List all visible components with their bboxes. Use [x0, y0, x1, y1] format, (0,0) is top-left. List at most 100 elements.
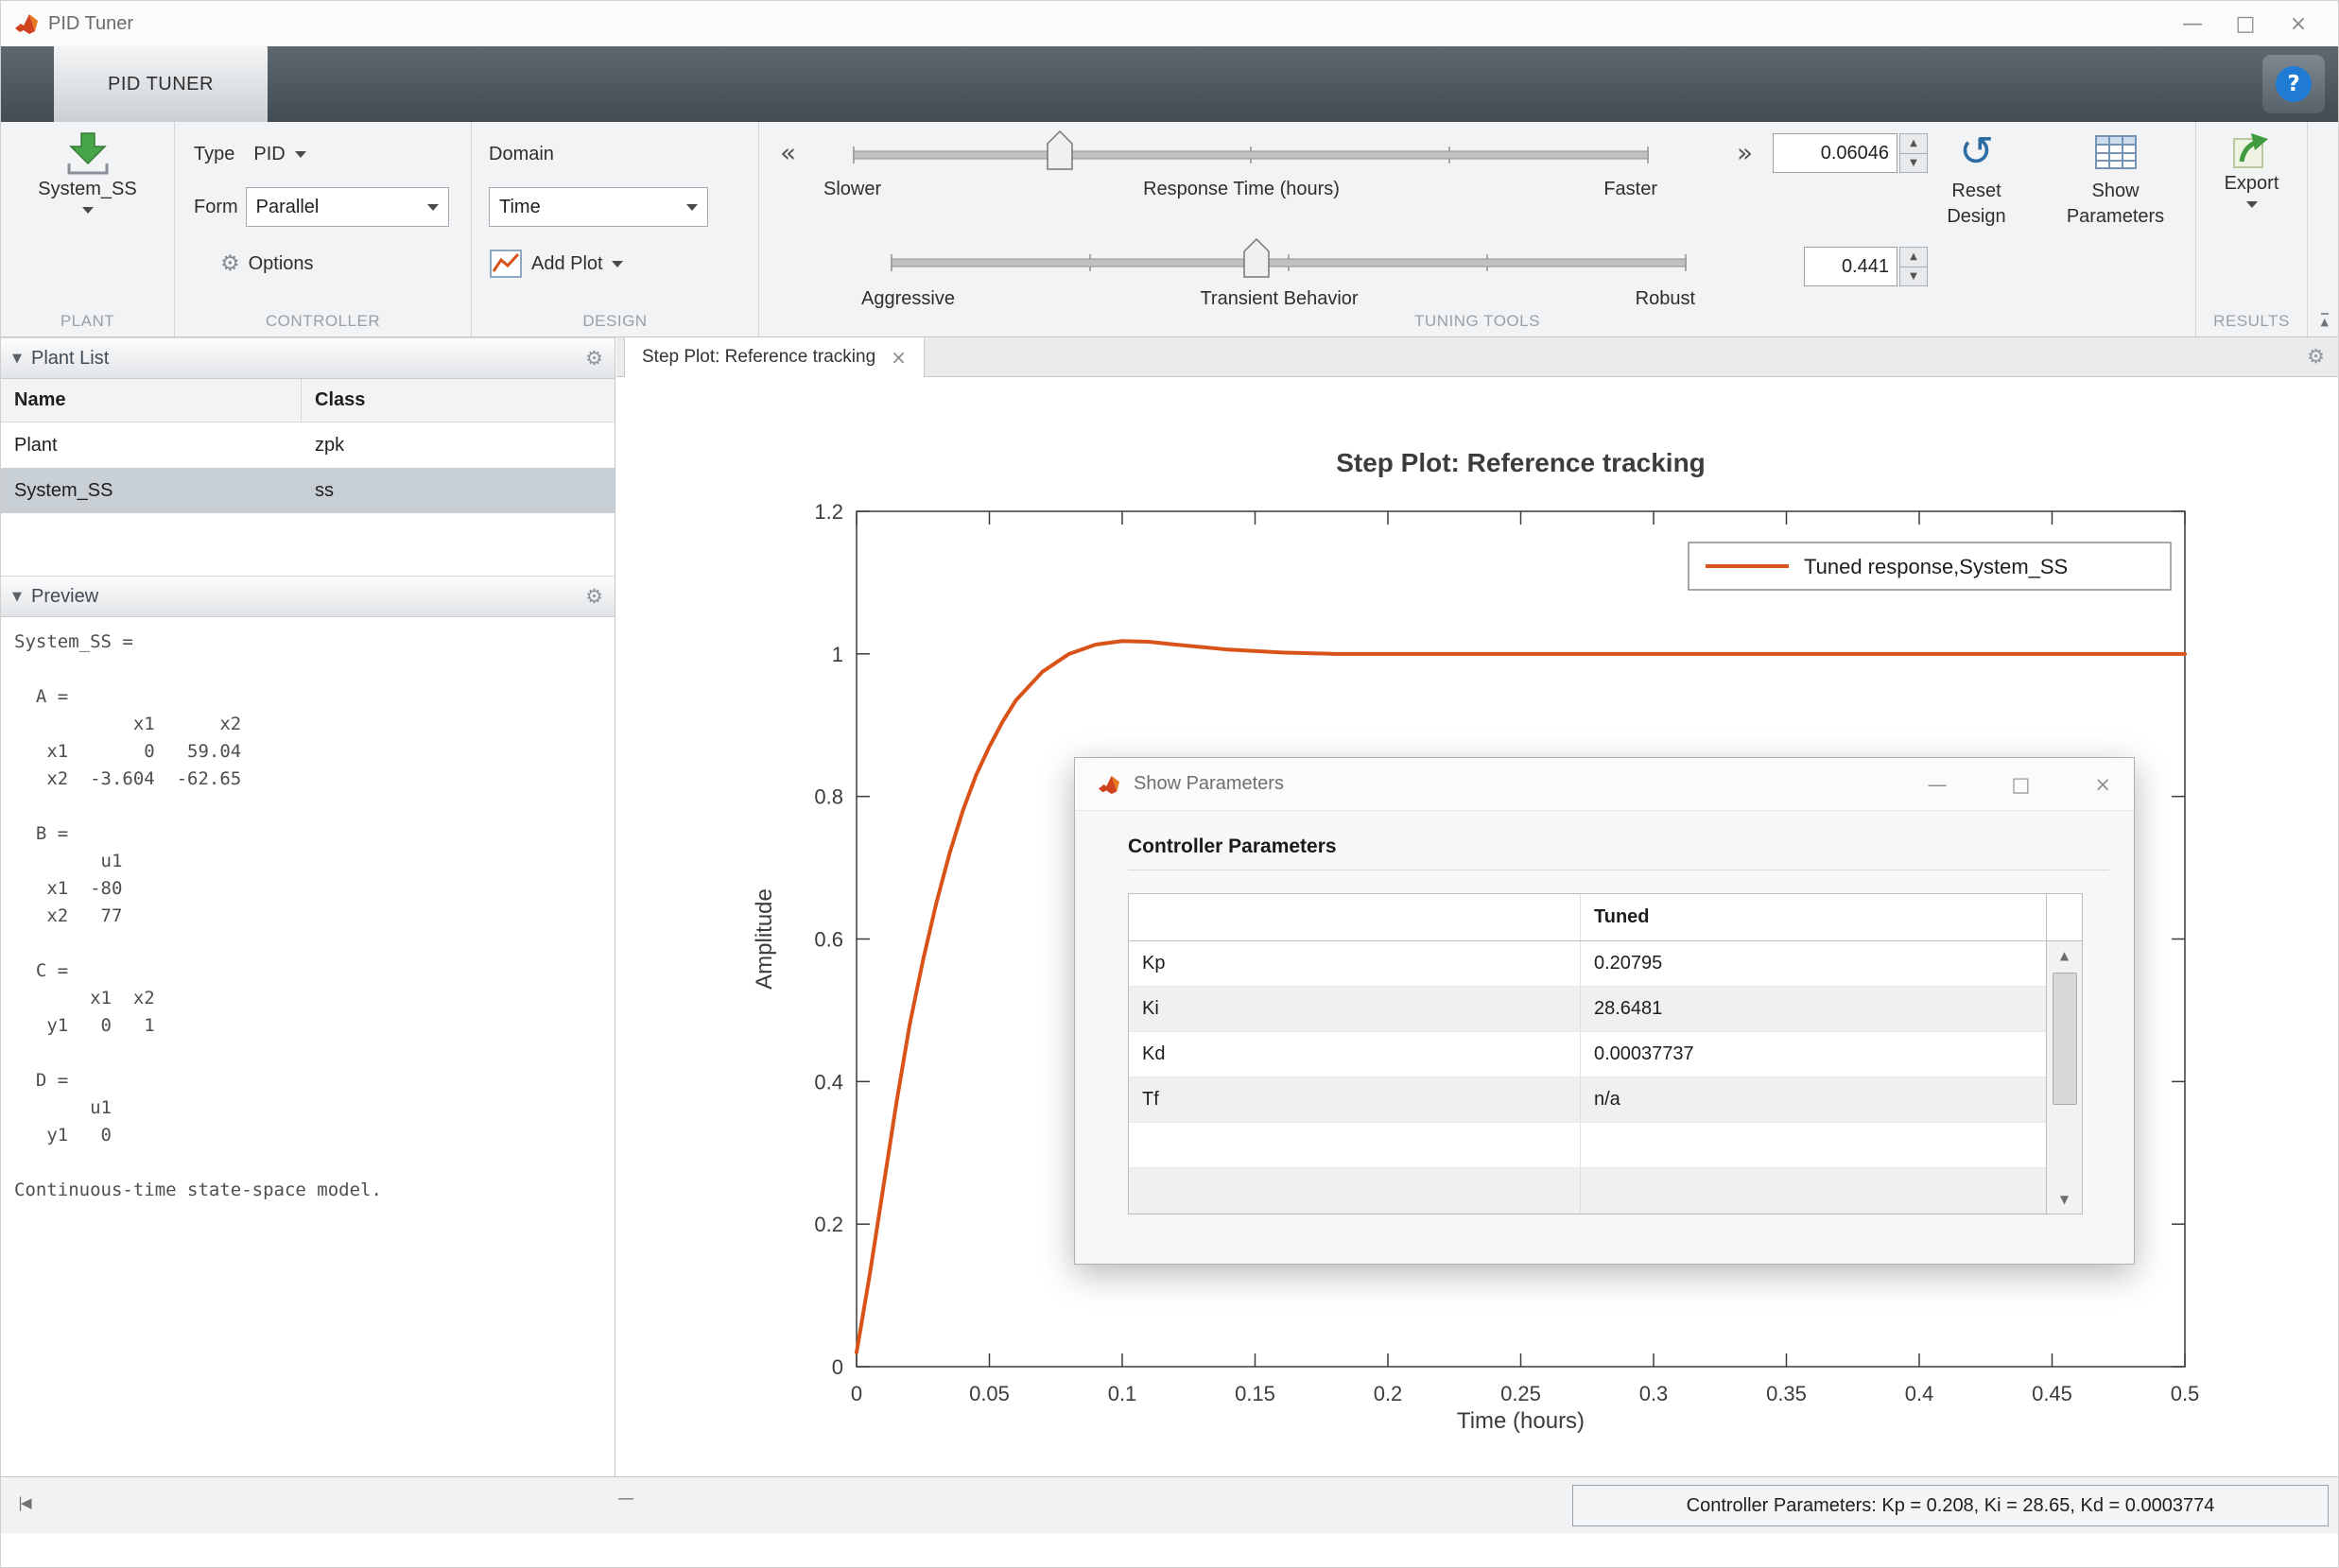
- controller-parameters-heading: Controller Parameters: [1128, 836, 2109, 858]
- svg-text:Amplitude: Amplitude: [752, 888, 777, 990]
- form-value: Parallel: [256, 197, 320, 218]
- scroll-up-icon[interactable]: ▲: [2060, 944, 2069, 967]
- tab-close-icon[interactable]: ×: [891, 346, 907, 369]
- type-label: Type: [194, 144, 234, 165]
- ribbon-section-controller: Type PID Form Parallel ⚙ Options CO: [175, 122, 472, 336]
- help-button[interactable]: ?: [2276, 66, 2312, 102]
- svg-text:Step Plot: Reference tracking: Step Plot: Reference tracking: [1336, 448, 1706, 477]
- slider-increase-icon[interactable]: »: [1737, 137, 1753, 168]
- reset-design-button[interactable]: ↺ Reset Design: [1922, 126, 2031, 230]
- plant-select-button[interactable]: System_SS: [1, 129, 174, 214]
- plant-list-row[interactable]: System_SSss: [1, 468, 615, 513]
- export-label: Export: [2225, 173, 2279, 195]
- transient-behavior-input[interactable]: [1804, 247, 1897, 286]
- gear-icon[interactable]: ⚙: [2307, 347, 2325, 367]
- matlab-logo-icon: [14, 12, 39, 35]
- param-name-cell: Ki: [1129, 987, 1581, 1031]
- show-parameters-button[interactable]: Show Parameters: [2037, 126, 2193, 230]
- svg-text:0.1: 0.1: [1108, 1382, 1137, 1405]
- plant-list-header[interactable]: ▼ Plant List ⚙: [1, 337, 615, 379]
- param-row[interactable]: Ki28.6481: [1129, 987, 2046, 1032]
- export-button[interactable]: Export: [2196, 129, 2307, 208]
- slider2-right-label: Robust: [1636, 288, 1695, 310]
- plant-list-row[interactable]: Plantzpk: [1, 422, 615, 468]
- undo-icon: ↺: [1959, 126, 1994, 179]
- collapse-panel-icon[interactable]: ▼: [12, 590, 22, 604]
- plant-name: System_SS: [1, 480, 302, 502]
- transient-behavior-slider[interactable]: [887, 235, 1690, 284]
- plant-list-rows: PlantzpkSystem_SSss: [1, 422, 615, 513]
- plant-list-column-headers: Name Class: [1, 379, 615, 422]
- domain-value: Time: [499, 197, 541, 218]
- chevron-down-icon: [612, 261, 623, 267]
- section-label-controller: CONTROLLER: [175, 312, 471, 331]
- param-value-cell: n/a: [1581, 1077, 2046, 1122]
- param-table-rows: Kp0.20795Ki28.6481Kd0.00037737Tfn/a: [1129, 941, 2046, 1214]
- gear-icon[interactable]: ⚙: [585, 587, 603, 607]
- ribbon-section-plant: System_SS PLANT: [1, 122, 175, 336]
- tab-step-plot[interactable]: Step Plot: Reference tracking ×: [624, 337, 925, 377]
- chevron-down-icon: [427, 204, 439, 211]
- plant-class: zpk: [302, 435, 615, 457]
- preview-header[interactable]: ▼ Preview ⚙: [1, 576, 615, 617]
- slider-decrease-icon[interactable]: «: [780, 137, 796, 168]
- transient-behavior-spinner[interactable]: ▲ ▼: [1899, 247, 1928, 286]
- minimize-icon[interactable]: —: [2166, 12, 2219, 36]
- add-plot-icon: [489, 249, 523, 279]
- close-icon[interactable]: ×: [2272, 12, 2325, 36]
- dialog-scrollbar[interactable]: ▲ ▼: [2046, 894, 2082, 1214]
- response-time-slider[interactable]: [849, 128, 1653, 177]
- param-row[interactable]: Tfn/a: [1129, 1077, 2046, 1123]
- scroll-down-icon[interactable]: ▼: [2060, 1188, 2069, 1211]
- preview-text: System_SS = A = x1 x2 x1 0 59.04 x2 -3.6…: [1, 617, 615, 1204]
- import-plant-icon: [61, 129, 114, 177]
- form-combobox[interactable]: Parallel: [246, 187, 449, 227]
- spin-up-icon[interactable]: ▲: [1899, 247, 1928, 267]
- tab-step-plot-label: Step Plot: Reference tracking: [642, 347, 875, 368]
- column-header-class[interactable]: Class: [302, 389, 615, 411]
- collapse-panel-icon[interactable]: ▼: [12, 352, 22, 366]
- dialog-maximize-icon[interactable]: □: [2012, 773, 2031, 796]
- minimize-ribbon-icon[interactable]: ▲: [2321, 313, 2329, 327]
- title-bar: PID Tuner — □ ×: [1, 1, 2338, 46]
- svg-text:0.2: 0.2: [814, 1213, 843, 1236]
- question-icon: ?: [2287, 72, 2299, 96]
- scrollbar-thumb[interactable]: [2053, 973, 2077, 1105]
- parameters-table-icon: [2094, 133, 2138, 171]
- section-label-results: RESULTS: [2196, 312, 2307, 331]
- dialog-title-bar[interactable]: Show Parameters — □ ×: [1075, 758, 2134, 811]
- param-value-cell: 28.6481: [1581, 987, 2046, 1031]
- splitter-grip-icon[interactable]: —: [617, 1489, 634, 1508]
- type-dropdown[interactable]: PID: [246, 140, 313, 169]
- spin-down-icon[interactable]: ▼: [1899, 267, 1928, 287]
- param-row[interactable]: [1129, 1123, 2046, 1168]
- chevron-down-icon: [686, 204, 698, 211]
- tab-pid-tuner[interactable]: PID TUNER: [54, 46, 268, 122]
- tuned-column-header: Tuned: [1581, 894, 2046, 940]
- parameters-table-header: Tuned: [1129, 894, 2046, 941]
- domain-combobox[interactable]: Time: [489, 187, 708, 227]
- svg-text:0.25: 0.25: [1500, 1382, 1541, 1405]
- transient-behavior-slider-thumb[interactable]: [1244, 239, 1269, 277]
- column-header-name[interactable]: Name: [1, 379, 302, 422]
- gear-icon[interactable]: ⚙: [585, 349, 603, 369]
- chevron-down-icon: [295, 151, 306, 158]
- param-row[interactable]: [1129, 1168, 2046, 1214]
- param-row[interactable]: Kd0.00037737: [1129, 1032, 2046, 1077]
- form-label: Form: [194, 197, 238, 218]
- slider1-right-label: Faster: [1603, 179, 1657, 200]
- param-row[interactable]: Kp0.20795: [1129, 941, 2046, 987]
- options-button[interactable]: ⚙ Options: [220, 253, 314, 275]
- reset-design-label-1: Reset: [1951, 179, 2001, 204]
- scrollbar-header-spacer: [2047, 894, 2082, 941]
- left-panel: ▼ Plant List ⚙ Name Class PlantzpkSystem…: [1, 337, 615, 1476]
- gear-icon: ⚙: [220, 253, 240, 275]
- add-plot-button[interactable]: Add Plot: [489, 249, 623, 279]
- dialog-minimize-icon[interactable]: —: [1928, 773, 1948, 796]
- maximize-icon[interactable]: □: [2219, 12, 2272, 36]
- svg-text:0.5: 0.5: [2171, 1382, 2200, 1405]
- dialog-close-icon[interactable]: ×: [2094, 773, 2111, 796]
- response-time-input[interactable]: [1773, 133, 1897, 173]
- response-time-slider-thumb[interactable]: [1048, 131, 1072, 169]
- collapse-left-panel-icon[interactable]: |◀: [18, 1494, 30, 1511]
